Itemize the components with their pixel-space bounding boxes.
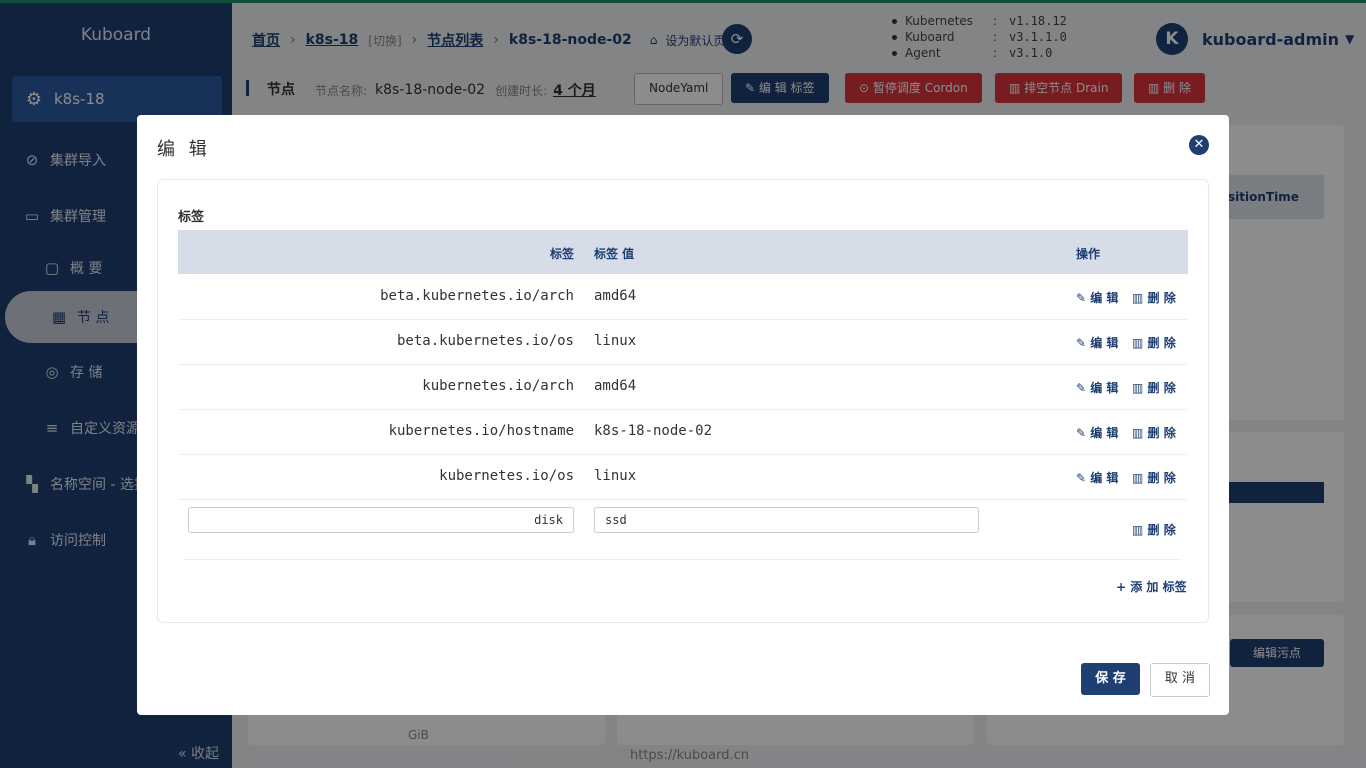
column-value: 标签 值	[594, 247, 635, 261]
table-row: beta.kubernetes.io/arch amd64 ✎ 编 辑 ▥ 删 …	[178, 274, 1188, 320]
add-label-button[interactable]: + 添 加 标签	[1116, 578, 1187, 595]
save-button[interactable]: 保 存	[1081, 663, 1140, 695]
delete-label-button[interactable]: ▥ 删 除	[1132, 424, 1176, 441]
close-icon[interactable]: ✕	[1189, 135, 1209, 155]
delete-label-button[interactable]: ▥ 删 除	[1132, 521, 1176, 538]
trash-icon: ▥	[1132, 523, 1148, 537]
trash-icon: ▥	[1132, 291, 1148, 305]
column-key: 标签	[549, 247, 574, 261]
trash-icon: ▥	[1132, 336, 1148, 350]
labels-panel: 标签 标签 标签 值 操作 beta.kubernetes.io/arch am…	[157, 179, 1209, 623]
cancel-button[interactable]: 取 消	[1150, 663, 1210, 697]
delete-label-button[interactable]: ▥ 删 除	[1132, 379, 1176, 396]
label-value-input[interactable]: ssd	[594, 507, 979, 533]
delete-label-button[interactable]: ▥ 删 除	[1132, 469, 1176, 486]
delete-label-button[interactable]: ▥ 删 除	[1132, 289, 1176, 306]
trash-icon: ▥	[1132, 426, 1148, 440]
label-key-input[interactable]: disk	[188, 507, 574, 533]
labels-section-title: 标签	[178, 210, 205, 225]
trash-icon: ▥	[1132, 471, 1148, 485]
pencil-icon: ✎	[1076, 381, 1091, 395]
pencil-icon: ✎	[1076, 426, 1091, 440]
table-row: kubernetes.io/arch amd64 ✎ 编 辑 ▥ 删 除	[178, 364, 1188, 410]
edit-label-button[interactable]: ✎ 编 辑	[1076, 289, 1118, 306]
edit-label-button[interactable]: ✎ 编 辑	[1076, 334, 1118, 351]
pencil-icon: ✎	[1076, 471, 1091, 485]
new-label-row: disk ssd ▥ 删 除	[184, 499, 1182, 560]
edit-label-button[interactable]: ✎ 编 辑	[1076, 424, 1118, 441]
delete-label-button[interactable]: ▥ 删 除	[1132, 334, 1176, 351]
column-actions: 操作	[1076, 247, 1101, 261]
trash-icon: ▥	[1132, 381, 1148, 395]
pencil-icon: ✎	[1076, 336, 1091, 350]
edit-labels-dialog: 编 辑 ✕ 标签 标签 标签 值 操作 beta.kubernetes.io/a…	[137, 115, 1229, 715]
edit-label-button[interactable]: ✎ 编 辑	[1076, 379, 1118, 396]
plus-icon: +	[1116, 580, 1131, 594]
dialog-title: 编 辑	[157, 139, 211, 160]
edit-label-button[interactable]: ✎ 编 辑	[1076, 469, 1118, 486]
table-row: kubernetes.io/hostname k8s-18-node-02 ✎ …	[178, 409, 1188, 455]
table-row: beta.kubernetes.io/os linux ✎ 编 辑 ▥ 删 除	[178, 319, 1188, 365]
labels-table-header: 标签 标签 值 操作	[178, 230, 1188, 274]
table-row: kubernetes.io/os linux ✎ 编 辑 ▥ 删 除	[178, 454, 1188, 500]
pencil-icon: ✎	[1076, 291, 1091, 305]
